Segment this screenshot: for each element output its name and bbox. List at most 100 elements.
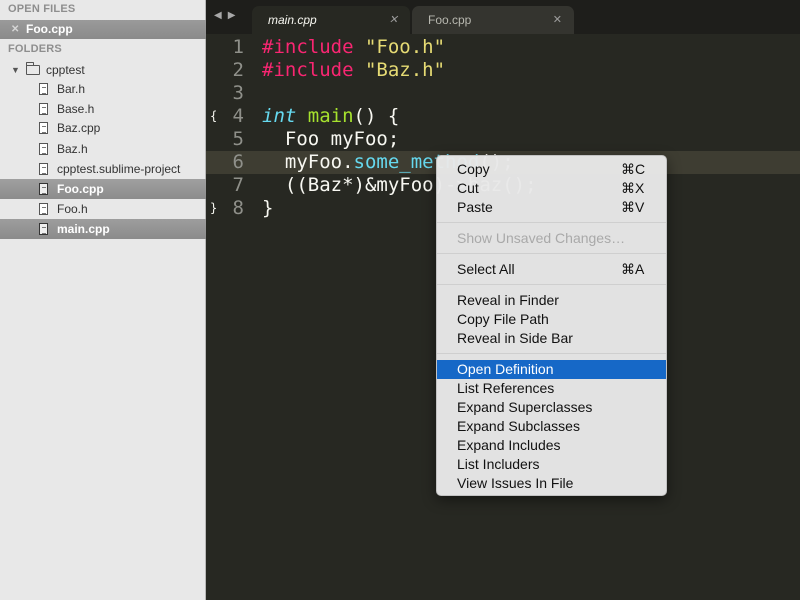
sidebar: OPEN FILES ✕ Foo.cpp FOLDERS ▼ cpptest B… — [0, 0, 206, 600]
token-keyword: #include — [262, 36, 354, 58]
file-label: Foo.cpp — [57, 182, 104, 196]
menu-item-label: Show Unsaved Changes… — [457, 230, 626, 246]
file-icon — [39, 163, 48, 175]
token-punct: () { — [353, 105, 400, 127]
menu-item-shortcut: ⌘C — [621, 161, 646, 177]
file-label: Foo.h — [57, 202, 88, 216]
tab-close-icon[interactable]: ✕ — [553, 7, 562, 33]
tree-file-current[interactable]: main.cpp — [0, 219, 206, 239]
menu-separator — [437, 284, 666, 285]
file-label: cpptest.sublime-project — [57, 162, 181, 176]
file-label: Baz.cpp — [57, 121, 101, 135]
menu-item-label: Paste — [457, 199, 493, 215]
tree-file[interactable]: Bar.h — [0, 79, 206, 99]
token-function: main — [307, 105, 354, 127]
menu-item-open-definition[interactable]: Open Definition — [437, 360, 666, 379]
context-menu: Copy ⌘C Cut ⌘X Paste ⌘V Show Unsaved Cha… — [436, 155, 667, 496]
file-icon — [39, 203, 48, 215]
menu-item-shortcut: ⌘V — [621, 199, 645, 215]
menu-item-paste[interactable]: Paste ⌘V — [437, 198, 666, 217]
code-text: #include "Baz.h" — [262, 59, 445, 82]
menu-item-label: Open Definition — [457, 361, 554, 377]
token-type: int — [262, 105, 297, 127]
forward-arrow-icon[interactable]: ▶ — [228, 10, 242, 21]
file-label: Baz.h — [57, 142, 88, 156]
file-icon — [39, 143, 48, 155]
tab-foo-cpp[interactable]: Foo.cpp ✕ — [412, 6, 574, 34]
tree-file[interactable]: Baz.h — [0, 139, 206, 159]
code-line: 1 #include "Foo.h" — [206, 36, 800, 59]
menu-separator — [437, 253, 666, 254]
menu-item-label: Expand Subclasses — [457, 418, 580, 434]
menu-item-reveal-in-finder[interactable]: Reveal in Finder — [437, 291, 666, 310]
disclosure-triangle-icon[interactable]: ▼ — [11, 60, 20, 80]
file-icon — [39, 103, 48, 115]
close-icon[interactable]: ✕ — [11, 20, 19, 39]
menu-item-copy[interactable]: Copy ⌘C — [437, 160, 666, 179]
menu-item-shortcut: ⌘A — [621, 261, 645, 277]
tree-file[interactable]: Baz.cpp — [0, 118, 206, 138]
code-line: 5 Foo myFoo; — [206, 128, 800, 151]
code-line: { 4 int main() { — [206, 105, 800, 128]
menu-item-select-all[interactable]: Select All ⌘A — [437, 260, 666, 279]
token-string: "Baz.h" — [353, 59, 446, 81]
file-label: Base.h — [57, 102, 95, 116]
open-file-item[interactable]: ✕ Foo.cpp — [0, 20, 206, 39]
menu-item-shortcut: ⌘X — [621, 180, 645, 196]
menu-item-label: View Issues In File — [457, 475, 574, 491]
menu-item-label: Expand Includes — [457, 437, 561, 453]
open-file-label: Foo.cpp — [26, 22, 73, 36]
line-number: 3 — [232, 82, 244, 104]
menu-item-expand-subclasses[interactable]: Expand Subclasses — [437, 417, 666, 436]
open-files-header: OPEN FILES — [8, 3, 76, 15]
back-arrow-icon[interactable]: ◀ — [214, 10, 228, 21]
line-number: 7 — [232, 174, 244, 196]
menu-item-list-includers[interactable]: List Includers — [437, 455, 666, 474]
menu-item-label: Select All — [457, 261, 515, 277]
menu-item-expand-includes[interactable]: Expand Includes — [437, 436, 666, 455]
line-number: 4 — [232, 105, 244, 127]
folder-label: cpptest — [46, 63, 85, 77]
menu-item-label: Expand Superclasses — [457, 399, 593, 415]
menu-item-show-unsaved-changes: Show Unsaved Changes… — [437, 229, 666, 248]
line-number: 1 — [232, 36, 244, 58]
tab-title: main.cpp — [268, 13, 317, 27]
file-icon — [39, 122, 48, 134]
menu-item-list-references[interactable]: List References — [437, 379, 666, 398]
menu-item-label: List References — [457, 380, 555, 396]
tab-close-icon[interactable]: ✕ — [389, 7, 398, 33]
menu-item-expand-superclasses[interactable]: Expand Superclasses — [437, 398, 666, 417]
token-keyword: #include — [262, 59, 354, 81]
tree-file[interactable]: Foo.h — [0, 199, 206, 219]
file-icon — [39, 223, 48, 235]
menu-separator — [437, 222, 666, 223]
menu-item-label: Reveal in Finder — [457, 292, 559, 308]
code-line: 2 #include "Baz.h" — [206, 59, 800, 82]
tree-file[interactable]: Base.h — [0, 99, 206, 119]
tree-file[interactable]: cpptest.sublime-project — [0, 159, 206, 179]
line-number: 5 — [232, 128, 244, 150]
code-text: } — [262, 197, 274, 219]
code-line: 3 — [206, 82, 800, 105]
tab-navigation: ◀▶ — [214, 10, 241, 21]
menu-item-copy-file-path[interactable]: Copy File Path — [437, 310, 666, 329]
line-number: 2 — [232, 59, 244, 81]
menu-item-label: Copy — [457, 161, 490, 177]
tree-folder-cpptest[interactable]: ▼ cpptest — [0, 60, 206, 80]
folders-header: FOLDERS — [8, 43, 62, 55]
line-number: 8 — [232, 197, 244, 219]
tree-file-selected[interactable]: Foo.cpp — [0, 179, 206, 199]
token-identifier: myFoo. — [262, 151, 354, 173]
menu-item-label: Cut — [457, 180, 479, 196]
menu-item-view-issues-in-file[interactable]: View Issues In File — [437, 474, 666, 493]
folder-icon — [26, 62, 40, 75]
file-label: main.cpp — [57, 222, 110, 236]
code-text: Foo myFoo; — [262, 128, 400, 150]
code-text: #include "Foo.h" — [262, 36, 445, 59]
menu-item-reveal-in-side-bar[interactable]: Reveal in Side Bar — [437, 329, 666, 348]
tab-main-cpp[interactable]: main.cpp ✕ — [252, 6, 410, 34]
file-icon — [39, 83, 48, 95]
code-text: int main() { — [262, 105, 399, 128]
menu-item-cut[interactable]: Cut ⌘X — [437, 179, 666, 198]
